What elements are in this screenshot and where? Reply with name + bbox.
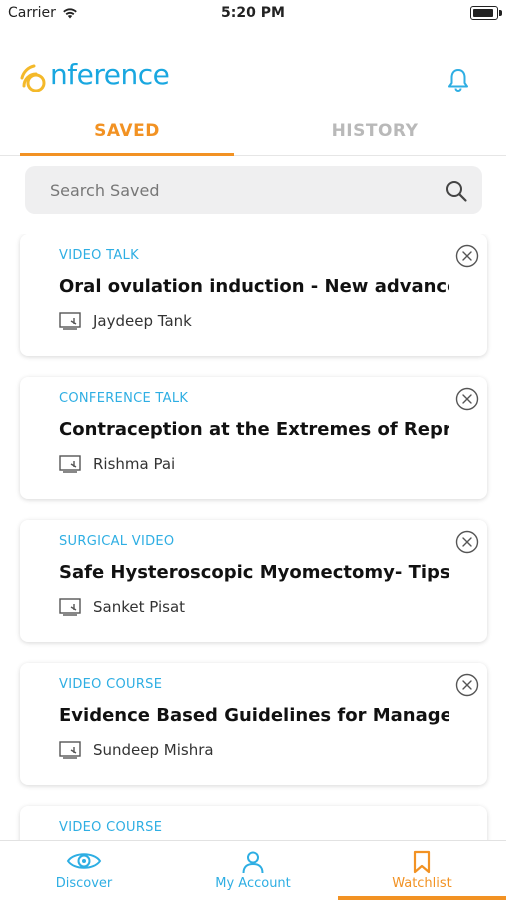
saved-card[interactable]: VIDEO COURSE	[20, 806, 487, 840]
card-author-row: Jaydeep Tank	[59, 312, 192, 330]
card-author-row: Rishma Pai	[59, 455, 175, 473]
card-author: Sundeep Mishra	[93, 741, 214, 759]
remove-icon[interactable]	[455, 530, 479, 554]
search-bar	[25, 166, 482, 214]
card-title[interactable]: Contraception at the Extremes of Reprodu…	[59, 419, 449, 440]
card-title[interactable]: Evidence Based Guidelines for Management	[59, 705, 449, 726]
card-title[interactable]: Safe Hysteroscopic Myomectomy- Tips & Tr…	[59, 562, 449, 583]
nav-my-account-label: My Account	[215, 876, 291, 891]
eye-icon	[66, 853, 102, 869]
saved-card[interactable]: SURGICAL VIDEO Safe Hysteroscopic Myomec…	[20, 520, 487, 642]
card-category: VIDEO COURSE	[59, 677, 163, 692]
remove-icon[interactable]	[455, 387, 479, 411]
nav-discover-label: Discover	[55, 876, 113, 891]
app-logo: nference	[20, 56, 170, 92]
nav-watchlist-label: Watchlist	[392, 876, 452, 891]
saved-history-tabs: SAVED HISTORY	[0, 106, 506, 156]
active-nav-indicator	[338, 896, 506, 900]
remove-icon[interactable]	[455, 673, 479, 697]
bottom-nav: Discover My Account Watchlist	[0, 840, 506, 900]
card-title[interactable]: Oral ovulation induction - New advances	[59, 276, 449, 297]
logo-wordmark: nference	[50, 58, 170, 91]
bell-icon[interactable]	[444, 66, 472, 94]
saved-card[interactable]: CONFERENCE TALK Contraception at the Ext…	[20, 377, 487, 499]
card-category: SURGICAL VIDEO	[59, 534, 175, 549]
presenter-icon	[59, 455, 81, 473]
card-author: Rishma Pai	[93, 455, 176, 473]
clock: 5:20 PM	[221, 5, 285, 21]
card-category: VIDEO COURSE	[59, 820, 163, 835]
card-category: CONFERENCE TALK	[59, 391, 189, 406]
bookmark-icon	[413, 850, 431, 874]
presenter-icon	[59, 312, 81, 330]
user-icon	[242, 851, 264, 874]
nav-discover[interactable]: Discover	[0, 841, 168, 900]
presenter-icon	[59, 741, 81, 759]
battery-icon	[470, 6, 502, 20]
status-bar: Carrier 5:20 PM	[0, 0, 506, 26]
card-author: Jaydeep Tank	[93, 312, 192, 330]
saved-card[interactable]: VIDEO COURSE Evidence Based Guidelines f…	[20, 663, 487, 785]
logo-signal-icon	[20, 64, 46, 92]
card-author-row: Sanket Pisat	[59, 598, 185, 616]
saved-list: VIDEO TALK Oral ovulation induction - Ne…	[0, 234, 506, 840]
card-category: VIDEO TALK	[59, 248, 139, 263]
presenter-icon	[59, 598, 81, 616]
search-input[interactable]	[25, 166, 425, 214]
saved-card[interactable]: VIDEO TALK Oral ovulation induction - Ne…	[20, 234, 487, 356]
nav-watchlist[interactable]: Watchlist	[338, 841, 506, 900]
card-author-row: Sundeep Mishra	[59, 741, 214, 759]
search-icon[interactable]	[444, 179, 468, 203]
nav-my-account[interactable]: My Account	[169, 841, 337, 900]
tab-saved[interactable]: SAVED	[20, 106, 234, 156]
card-author: Sanket Pisat	[93, 598, 186, 616]
remove-icon[interactable]	[455, 244, 479, 268]
active-tab-indicator	[20, 153, 234, 156]
tab-history[interactable]: HISTORY	[268, 106, 482, 156]
